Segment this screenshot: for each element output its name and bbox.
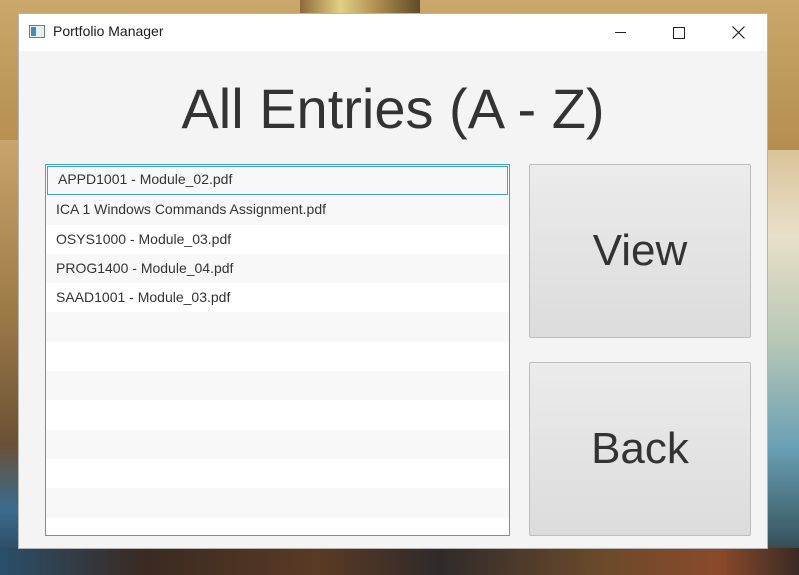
page-title: All Entries (A - Z) (181, 77, 605, 140)
list-item[interactable]: SAAD1001 - Module_03.pdf (46, 283, 509, 313)
window-title: Portfolio Manager (53, 23, 164, 39)
minimize-icon (614, 32, 626, 33)
close-button[interactable] (709, 14, 767, 51)
back-button[interactable]: Back (529, 362, 751, 536)
list-item[interactable]: APPD1001 - Module_02.pdf (47, 166, 508, 196)
list-item[interactable]: OSYS1000 - Module_03.pdf (46, 224, 509, 254)
empty-list-row (46, 341, 509, 372)
empty-list-row (46, 429, 509, 459)
empty-list-row (46, 371, 509, 401)
list-item[interactable]: PROG1400 - Module_04.pdf (46, 253, 509, 284)
close-icon (731, 26, 745, 39)
maximize-icon (673, 26, 685, 39)
empty-list-row (46, 517, 509, 535)
app-window: Portfolio Manager All Entries (A - Z) AP… (18, 13, 768, 549)
view-button[interactable]: View (529, 164, 751, 338)
minimize-button[interactable] (591, 14, 649, 51)
list-item[interactable]: ICA 1 Windows Commands Assignment.pdf (46, 195, 509, 225)
maximize-button[interactable] (650, 14, 708, 51)
empty-list-row (46, 400, 509, 430)
title-bar[interactable]: Portfolio Manager (19, 14, 767, 51)
app-icon (29, 25, 45, 38)
empty-list-row (46, 312, 509, 342)
entries-list[interactable]: APPD1001 - Module_02.pdf ICA 1 Windows C… (45, 164, 510, 536)
empty-list-row (46, 458, 509, 489)
empty-list-row (46, 488, 509, 518)
